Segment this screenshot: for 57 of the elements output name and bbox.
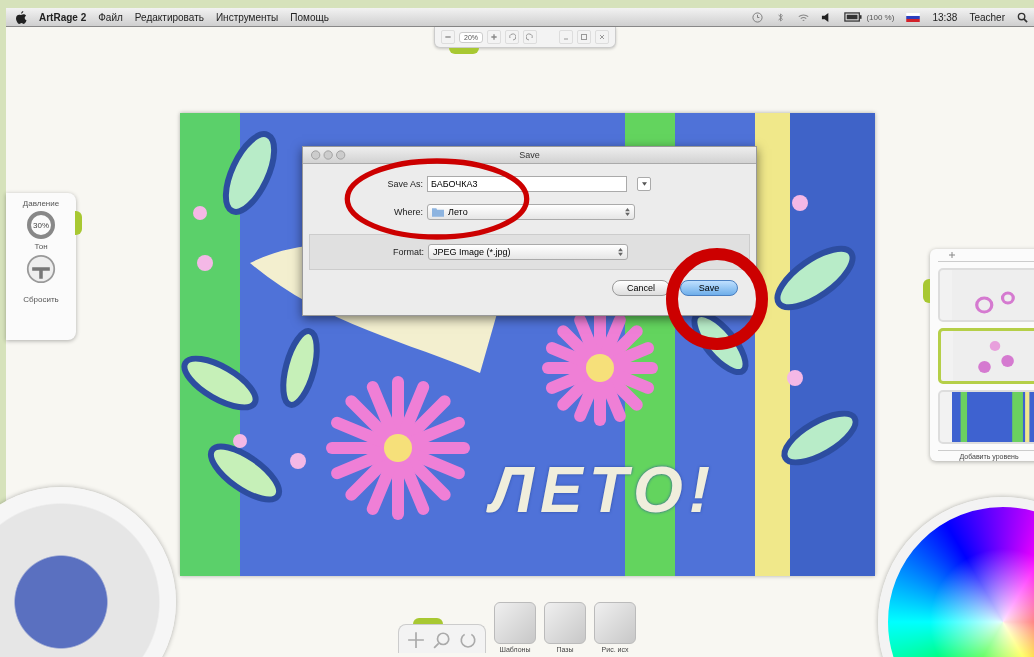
minus-icon bbox=[444, 33, 452, 41]
close-button[interactable] bbox=[595, 30, 609, 44]
maximize-button[interactable] bbox=[577, 30, 591, 44]
wifi-icon[interactable] bbox=[798, 11, 810, 23]
save-as-label: Save As: bbox=[386, 179, 423, 189]
layer-thumbnail[interactable] bbox=[938, 390, 1034, 444]
dialog-title: Save bbox=[519, 150, 540, 160]
app-menu[interactable]: ArtRage 2 bbox=[39, 11, 87, 23]
panel-handle[interactable] bbox=[413, 618, 443, 624]
rotate-icon[interactable] bbox=[459, 631, 477, 649]
dialog-button[interactable]: Cancel bbox=[612, 280, 670, 296]
panel-handle[interactable] bbox=[923, 279, 930, 303]
tone-label: Тон bbox=[34, 242, 48, 251]
plus-icon[interactable] bbox=[948, 251, 956, 259]
clock-time[interactable]: 13:38 bbox=[932, 11, 958, 23]
zoom-icon[interactable] bbox=[433, 631, 451, 649]
move-icon[interactable] bbox=[407, 631, 425, 649]
pressure-label: Давление bbox=[22, 199, 60, 208]
zoom-out-button[interactable] bbox=[441, 30, 455, 44]
menu-item[interactable]: Редактировать bbox=[134, 11, 204, 23]
window-icon bbox=[580, 33, 588, 41]
undo-icon bbox=[508, 33, 516, 41]
location-select[interactable]: Лето bbox=[427, 204, 635, 220]
where-label: Where: bbox=[393, 207, 423, 217]
clock-icon[interactable] bbox=[752, 11, 764, 23]
flag-icon[interactable] bbox=[906, 12, 921, 22]
battery-icon bbox=[844, 12, 863, 22]
battery-percent: (100 %) bbox=[866, 12, 895, 22]
format-label: Format: bbox=[392, 247, 424, 257]
format-select[interactable]: JPEG Image (*.jpg) bbox=[428, 244, 628, 260]
stepper-icon bbox=[618, 248, 623, 256]
menu-item[interactable]: Файл bbox=[98, 11, 123, 23]
menu-item[interactable]: Помощь bbox=[290, 11, 329, 23]
plus-icon bbox=[490, 33, 498, 41]
redo-icon bbox=[526, 33, 534, 41]
layer-thumbnail[interactable] bbox=[938, 268, 1034, 322]
redo-button[interactable] bbox=[523, 30, 537, 44]
pressure-dial[interactable]: 30% bbox=[27, 211, 55, 239]
expand-button[interactable] bbox=[637, 177, 651, 191]
zoom-in-button[interactable] bbox=[487, 30, 501, 44]
stepper-icon bbox=[625, 208, 630, 216]
minimize-button[interactable] bbox=[559, 30, 573, 44]
default-button[interactable]: Save bbox=[680, 280, 738, 296]
undo-button[interactable] bbox=[505, 30, 519, 44]
reset-button[interactable]: Сбросить bbox=[23, 295, 59, 304]
search-icon[interactable] bbox=[1017, 11, 1028, 23]
menu-item[interactable]: Инструменты bbox=[215, 11, 279, 23]
apple-logo-icon[interactable] bbox=[16, 10, 27, 24]
layer-thumbnail[interactable] bbox=[938, 328, 1034, 384]
panel-handle[interactable] bbox=[449, 48, 479, 54]
panel-handle[interactable] bbox=[75, 211, 82, 235]
close-icon bbox=[598, 33, 606, 41]
tone-dial-icon[interactable] bbox=[26, 254, 56, 284]
folder-icon bbox=[432, 207, 444, 217]
user-name[interactable]: Teacher bbox=[969, 11, 1005, 23]
file-name-field[interactable]: БАБОЧКА3 bbox=[427, 176, 627, 192]
triangle-icon bbox=[641, 182, 647, 186]
